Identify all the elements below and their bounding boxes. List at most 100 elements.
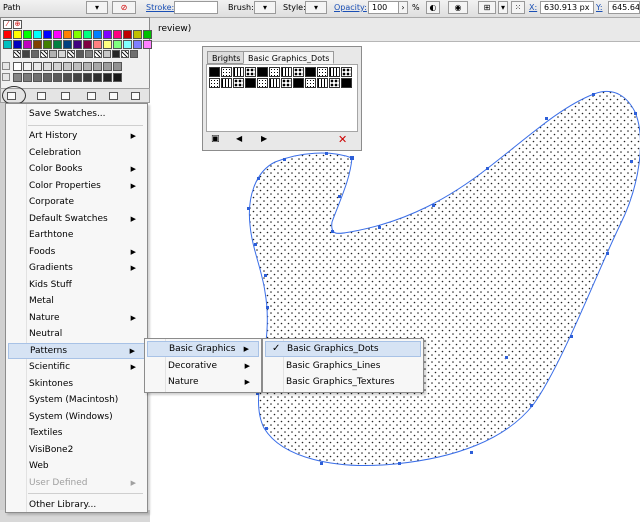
gray-swatch[interactable]: [113, 62, 122, 71]
gray-swatch[interactable]: [103, 73, 112, 82]
menu-item-save-swatches[interactable]: Save Swatches...: [8, 106, 145, 122]
pattern-swatch[interactable]: [245, 78, 256, 88]
pattern-swatch[interactable]: [40, 50, 48, 58]
pattern-swatch[interactable]: [76, 50, 84, 58]
pattern-swatch[interactable]: [221, 67, 232, 77]
pattern-swatch[interactable]: [293, 67, 304, 77]
pattern-swatch[interactable]: [269, 78, 280, 88]
gray-swatch[interactable]: [13, 73, 22, 82]
opacity-link[interactable]: Opacity:: [334, 3, 367, 12]
color-swatch[interactable]: [73, 40, 82, 49]
menu-item-scientific[interactable]: Scientific ▶: [8, 359, 145, 375]
pattern-swatch[interactable]: [209, 78, 220, 88]
color-swatch[interactable]: [83, 30, 92, 39]
gray-swatch[interactable]: [53, 73, 62, 82]
color-swatch[interactable]: [133, 30, 142, 39]
gray-swatch[interactable]: [43, 62, 52, 71]
y-link[interactable]: Y:: [596, 3, 603, 12]
pattern-swatch[interactable]: [341, 78, 352, 88]
library-item-basic-graphics-textures[interactable]: Basic Graphics_Textures: [265, 374, 421, 390]
graphic-style-button[interactable]: ◉: [448, 1, 468, 14]
fill-swatch-dropdown[interactable]: ▾: [86, 1, 108, 14]
pattern-swatch[interactable]: [293, 78, 304, 88]
color-swatch[interactable]: [123, 30, 132, 39]
reference-point-button[interactable]: ⁙: [511, 1, 525, 14]
pattern-swatch[interactable]: [281, 78, 292, 88]
menu-item-art-history[interactable]: Art History ▶: [8, 128, 145, 144]
menu-item-gradients[interactable]: Gradients ▶: [8, 260, 145, 276]
menu-item-web[interactable]: Web: [8, 458, 145, 474]
previous-icon[interactable]: ◀: [236, 134, 242, 143]
pattern-swatch[interactable]: [329, 67, 340, 77]
gray-swatch[interactable]: [73, 73, 82, 82]
gray-swatch[interactable]: [93, 62, 102, 71]
color-swatch[interactable]: [3, 40, 12, 49]
pattern-swatch[interactable]: [209, 67, 220, 77]
menu-item-celebration[interactable]: Celebration: [8, 145, 145, 161]
pattern-swatch[interactable]: [13, 50, 21, 58]
align-button[interactable]: ⊞: [478, 1, 496, 14]
gray-swatch[interactable]: [23, 73, 32, 82]
gray-swatch[interactable]: [83, 62, 92, 71]
pattern-swatch[interactable]: [317, 78, 328, 88]
gray-swatch[interactable]: [33, 73, 42, 82]
pattern-swatch[interactable]: [67, 50, 75, 58]
color-swatch[interactable]: [93, 30, 102, 39]
color-swatch[interactable]: [103, 30, 112, 39]
pattern-swatch[interactable]: [85, 50, 93, 58]
pattern-swatch[interactable]: [341, 67, 352, 77]
color-swatch[interactable]: [3, 30, 12, 39]
color-swatch[interactable]: [13, 30, 22, 39]
stroke-link[interactable]: Stroke:: [146, 3, 174, 12]
pattern-swatch[interactable]: [103, 50, 111, 58]
pattern-swatch[interactable]: [94, 50, 102, 58]
pattern-swatch[interactable]: [121, 50, 129, 58]
x-position-field[interactable]: 630.913 px: [540, 1, 594, 14]
none-swatch-icon[interactable]: ⁄: [3, 20, 12, 29]
registration-swatch-icon[interactable]: ⊕: [13, 20, 22, 29]
pattern-swatch[interactable]: [112, 50, 120, 58]
close-icon[interactable]: ✕: [338, 133, 347, 146]
menu-item-other-library[interactable]: Other Library...: [8, 497, 145, 513]
new-color-group-icon[interactable]: [87, 92, 96, 100]
pattern-swatch[interactable]: [257, 78, 268, 88]
menu-item-system-macintosh[interactable]: System (Macintosh): [8, 392, 145, 408]
library-menu-icon[interactable]: ▣: [211, 134, 220, 144]
library-item-basic-graphics-lines[interactable]: Basic Graphics_Lines: [265, 358, 421, 374]
tab-brights[interactable]: Brights: [207, 51, 246, 64]
gray-swatch[interactable]: [43, 73, 52, 82]
color-swatch[interactable]: [113, 30, 122, 39]
delete-swatch-icon[interactable]: [131, 92, 140, 100]
pattern-swatch[interactable]: [317, 67, 328, 77]
swatch-group-icon[interactable]: [2, 73, 10, 81]
library-item-basic-graphics-dots[interactable]: ✓ Basic Graphics_Dots: [265, 341, 421, 357]
color-swatch[interactable]: [113, 40, 122, 49]
x-link[interactable]: X:: [529, 3, 537, 12]
menu-item-metal[interactable]: Metal: [8, 293, 145, 309]
color-swatch[interactable]: [53, 30, 62, 39]
menu-item-color-books[interactable]: Color Books ▶: [8, 161, 145, 177]
menu-item-color-properties[interactable]: Color Properties ▶: [8, 178, 145, 194]
gray-swatch[interactable]: [93, 73, 102, 82]
pattern-swatch[interactable]: [305, 67, 316, 77]
style-dropdown[interactable]: ▾: [305, 1, 327, 14]
menu-item-visibone2[interactable]: VisiBone2: [8, 442, 145, 458]
gray-swatch[interactable]: [53, 62, 62, 71]
color-swatch[interactable]: [43, 30, 52, 39]
stroke-swatch-dropdown[interactable]: ⊘: [112, 1, 136, 14]
pattern-swatch[interactable]: [305, 78, 316, 88]
menu-item-textiles[interactable]: Textiles: [8, 425, 145, 441]
color-swatch[interactable]: [123, 40, 132, 49]
gray-swatch[interactable]: [23, 62, 32, 71]
submenu-item-decorative[interactable]: Decorative ▶: [147, 358, 259, 374]
menu-item-system-windows[interactable]: System (Windows): [8, 409, 145, 425]
gray-swatch[interactable]: [13, 62, 22, 71]
menu-item-skintones[interactable]: Skintones: [8, 376, 145, 392]
pattern-swatch[interactable]: [31, 50, 39, 58]
submenu-item-nature[interactable]: Nature ▶: [147, 374, 259, 390]
color-swatch[interactable]: [83, 40, 92, 49]
gray-swatch[interactable]: [73, 62, 82, 71]
color-swatch[interactable]: [143, 30, 152, 39]
new-swatch-icon[interactable]: [109, 92, 118, 100]
menu-item-nature[interactable]: Nature ▶: [8, 310, 145, 326]
